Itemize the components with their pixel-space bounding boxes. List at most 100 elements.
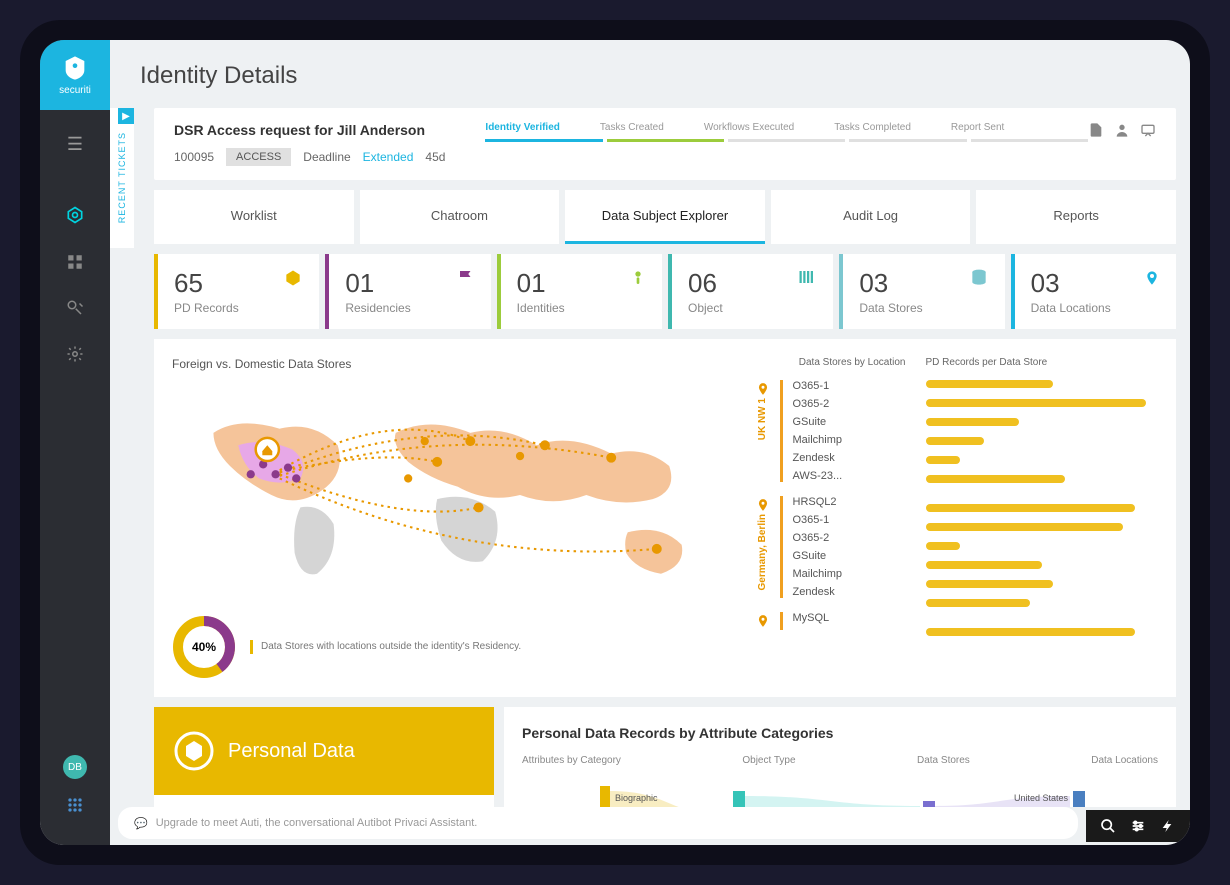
hex-icon: [283, 268, 303, 288]
search-icon[interactable]: [1100, 818, 1116, 834]
pd-record-bar: [926, 418, 1019, 426]
tab-audit-log[interactable]: Audit Log: [771, 190, 971, 244]
doc-icon[interactable]: [1088, 122, 1104, 138]
sankey-header: Data Stores: [917, 755, 970, 766]
dsr-title: DSR Access request for Jill Anderson: [174, 122, 445, 138]
datastore-item[interactable]: O365-1: [793, 514, 843, 526]
pd-record-bar: [926, 561, 1042, 569]
nav-item-2[interactable]: [66, 253, 84, 271]
pd-record-bar: [926, 456, 961, 464]
datastore-item[interactable]: O365-2: [793, 398, 843, 410]
chat-icon[interactable]: [1140, 122, 1156, 138]
user-icon[interactable]: [1114, 122, 1130, 138]
apps-icon[interactable]: [65, 795, 85, 815]
nav-item-3[interactable]: [66, 299, 84, 317]
datastore-item[interactable]: GSuite: [793, 416, 843, 428]
map-title: Foreign vs. Domestic Data Stores: [172, 357, 736, 371]
settings-icon[interactable]: [1130, 818, 1146, 834]
stats-row: 65PD Records01Residencies01Identities06O…: [154, 254, 1176, 329]
donut-description: Data Stores with locations outside the i…: [250, 640, 521, 654]
datastore-item[interactable]: Zendesk: [793, 586, 843, 598]
progress-step: Tasks Completed: [834, 122, 911, 133]
pd-record-bar: [926, 523, 1124, 531]
build-icon[interactable]: [1160, 818, 1176, 834]
pd-record-bar: [926, 504, 1135, 512]
brand-logo[interactable]: securiti: [40, 40, 110, 110]
footer-text: Upgrade to meet Auti, the conversational…: [156, 817, 478, 829]
deadline-days: 45d: [425, 150, 445, 164]
hamburger-icon[interactable]: ☰: [67, 134, 83, 155]
pd-record-bar: [926, 580, 1054, 588]
dsr-id: 100095: [174, 150, 214, 164]
db-icon: [969, 268, 989, 288]
svg-text:Biographic: Biographic: [615, 793, 658, 803]
tab-worklist[interactable]: Worklist: [154, 190, 354, 244]
sankey-header: Data Locations: [1091, 755, 1158, 766]
brand-name: securiti: [59, 85, 91, 96]
pd-record-bar: [926, 437, 984, 445]
datastore-item[interactable]: Zendesk: [793, 452, 843, 464]
nav-item-1[interactable]: [65, 205, 85, 225]
footer-bar: 💬 Upgrade to meet Auti, the conversation…: [118, 807, 1078, 839]
progress-step: Report Sent: [951, 122, 1004, 133]
recent-label: RECENT TICKETS: [117, 132, 127, 223]
access-badge: ACCESS: [226, 148, 291, 166]
pd-record-bar: [926, 399, 1147, 407]
donut-chart: 40%: [172, 615, 236, 679]
sankey-panel: Personal Data Records by Attribute Categ…: [504, 707, 1176, 807]
pd-record-bar: [926, 628, 1135, 636]
nav-item-4[interactable]: [66, 345, 84, 363]
map-panel: Foreign vs. Domestic Data Stores: [154, 339, 1176, 697]
sankey-header: Attributes by Category: [522, 755, 621, 766]
tab-chatroom[interactable]: Chatroom: [360, 190, 560, 244]
stat-card-object[interactable]: 06Object: [668, 254, 833, 329]
pin-icon: [1144, 268, 1160, 288]
flag-icon: [457, 268, 475, 286]
ds-col2-title: PD Records per Data Store: [926, 357, 1159, 368]
donut-percent: 40%: [192, 640, 216, 654]
datastore-item[interactable]: AWS-23...: [793, 470, 843, 482]
stat-card-residencies[interactable]: 01Residencies: [325, 254, 490, 329]
pd-header-title: Personal Data: [228, 740, 355, 763]
deadline-label: Deadline: [303, 150, 350, 164]
sankey-title: Personal Data Records by Attribute Categ…: [522, 725, 1158, 741]
personal-data-panel: Personal Data PD Records by Attribute Ca…: [154, 707, 494, 807]
stat-card-data-stores[interactable]: 03Data Stores: [839, 254, 1004, 329]
recent-tickets-tab[interactable]: ▶ RECENT TICKETS: [110, 108, 134, 248]
tab-data-subject-explorer[interactable]: Data Subject Explorer: [565, 190, 765, 244]
stat-card-pd-records[interactable]: 65PD Records: [154, 254, 319, 329]
page-title: Identity Details: [110, 40, 1190, 108]
progress-step: Workflows Executed: [704, 122, 794, 133]
sankey-header: Object Type: [742, 755, 795, 766]
chat-bubble-icon: 💬: [134, 817, 148, 830]
bars-icon: [797, 268, 817, 286]
pd-record-bar: [926, 380, 1054, 388]
datastore-item[interactable]: GSuite: [793, 550, 843, 562]
stat-card-data-locations[interactable]: 03Data Locations: [1011, 254, 1176, 329]
sidebar: securiti ☰ DB: [40, 40, 110, 845]
sankey-chart[interactable]: Biographic Demographic Financial Documen…: [522, 776, 1158, 807]
pd-record-bar: [926, 542, 961, 550]
user-avatar[interactable]: DB: [63, 755, 87, 779]
dsr-card: DSR Access request for Jill Anderson 100…: [154, 108, 1176, 180]
deadline-status: Extended: [363, 150, 414, 164]
pd-icon: [174, 731, 214, 771]
pd-record-bar: [926, 475, 1066, 483]
pd-record-bar: [926, 599, 1031, 607]
tabs-row: WorklistChatroomData Subject ExplorerAud…: [154, 190, 1176, 244]
tab-reports[interactable]: Reports: [976, 190, 1176, 244]
expand-icon[interactable]: ▶: [118, 108, 134, 124]
datastore-item[interactable]: O365-2: [793, 532, 843, 544]
person-icon: [630, 268, 646, 288]
progress-step: Tasks Created: [600, 122, 664, 133]
world-map[interactable]: [172, 385, 736, 605]
datastore-item[interactable]: HRSQL2: [793, 496, 843, 508]
stat-card-identities[interactable]: 01Identities: [497, 254, 662, 329]
svg-text:United States: United States: [1014, 793, 1069, 803]
datastore-item[interactable]: O365-1: [793, 380, 843, 392]
ds-col1-title: Data Stores by Location: [756, 357, 906, 368]
datastore-item[interactable]: Mailchimp: [793, 434, 843, 446]
progress-step: Identity Verified: [485, 122, 559, 133]
datastore-item[interactable]: MySQL: [793, 612, 830, 624]
datastore-item[interactable]: Mailchimp: [793, 568, 843, 580]
